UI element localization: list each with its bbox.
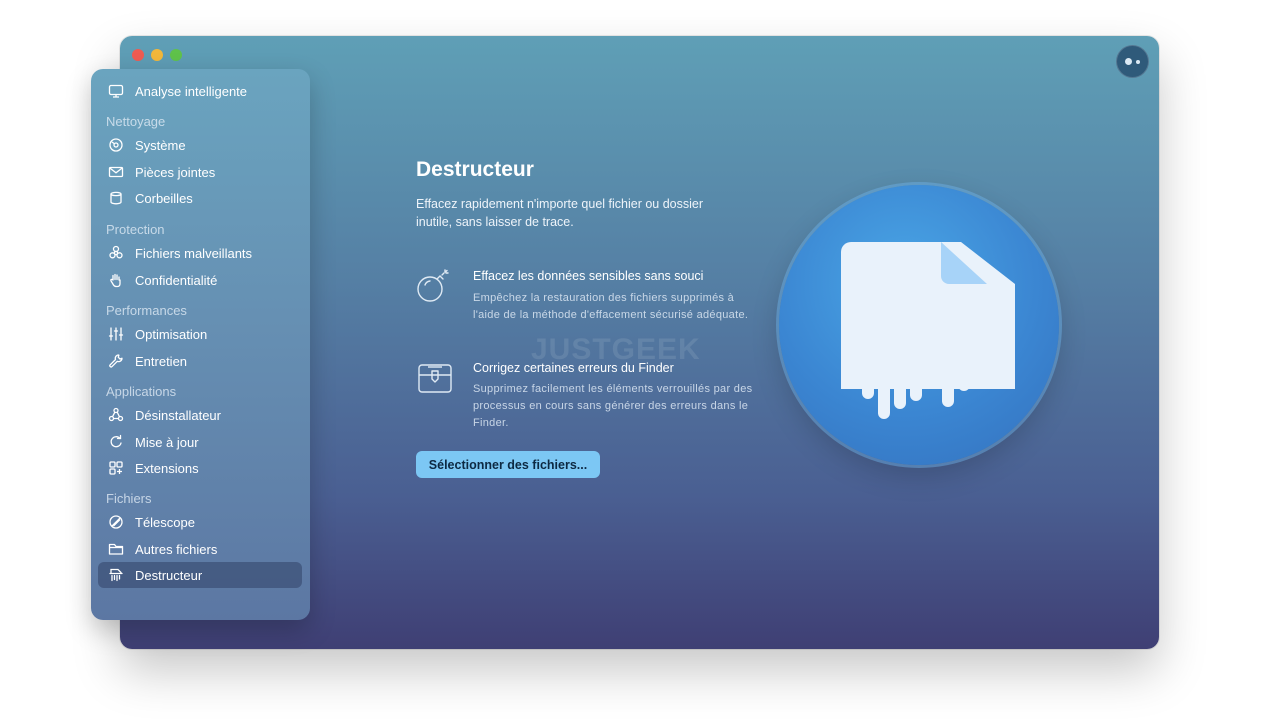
hand-icon	[107, 271, 125, 289]
hero-circle	[779, 185, 1059, 465]
biohazard-icon	[107, 244, 125, 262]
close-window-button[interactable]	[132, 49, 144, 61]
feature-description-2: Supprimez facilement les éléments verrou…	[473, 383, 753, 429]
sidebar-item-label: Entretien	[135, 353, 188, 369]
section-title-applications: Applications	[106, 384, 177, 399]
sidebar-item-label: Mise à jour	[135, 434, 199, 450]
sidebar-item-pieces-jointes[interactable]: Pièces jointes	[98, 159, 302, 185]
telescope-icon	[107, 513, 125, 531]
zoom-window-button[interactable]	[170, 49, 182, 61]
folder-icon	[107, 540, 125, 558]
feature-title-2: Corrigez certaines erreurs du Finder	[473, 361, 674, 375]
monitor-icon	[107, 82, 125, 100]
sidebar-item-destructeur[interactable]: Destructeur	[98, 562, 302, 588]
bomb-icon	[413, 264, 453, 304]
sidebar-item-label: Fichiers malveillants	[135, 245, 253, 261]
minimize-window-button[interactable]	[151, 49, 163, 61]
disk-icon	[107, 136, 125, 154]
page-title: Destructeur	[416, 158, 534, 181]
feature-description-1: Empêchez la restauration des fichiers su…	[473, 292, 749, 321]
sidebar-item-label: Extensions	[135, 460, 199, 476]
sidebar-item-telescope[interactable]: Télescope	[98, 509, 302, 535]
sidebar-item-entretien[interactable]: Entretien	[98, 348, 302, 374]
sidebar-item-desinstallateur[interactable]: Désinstallateur	[98, 402, 302, 428]
sidebar-item-label: Système	[135, 137, 186, 153]
sidebar-item-corbeilles[interactable]: Corbeilles	[98, 185, 302, 211]
mail-icon	[107, 163, 125, 181]
sidebar: Analyse intelligente Nettoyage Système P…	[91, 69, 310, 620]
sidebar-item-analyse-intelligente[interactable]: Analyse intelligente	[98, 78, 302, 104]
sidebar-item-label: Confidentialité	[135, 272, 218, 288]
section-title-fichiers: Fichiers	[106, 491, 152, 506]
uninstaller-icon	[107, 406, 125, 424]
sidebar-item-optimisation[interactable]: Optimisation	[98, 321, 302, 347]
sidebar-item-label: Destructeur	[135, 567, 203, 583]
sidebar-item-label: Autres fichiers	[135, 541, 218, 557]
shredder-icon	[107, 566, 125, 584]
section-title-protection: Protection	[106, 222, 165, 237]
sidebar-item-confidentialite[interactable]: Confidentialité	[98, 267, 302, 293]
feature-title-1: Effacez les données sensibles sans souci	[473, 269, 704, 283]
sidebar-item-label: Corbeilles	[135, 190, 193, 206]
section-title-performances: Performances	[106, 303, 187, 318]
trash-icon	[107, 189, 125, 207]
section-title-nettoyage: Nettoyage	[106, 114, 166, 129]
wrench-icon	[107, 352, 125, 370]
extensions-icon	[107, 459, 125, 477]
sidebar-item-label: Désinstallateur	[135, 407, 221, 423]
unlock-chest-icon	[415, 358, 455, 398]
sliders-icon	[107, 325, 125, 343]
assistant-icon[interactable]	[1116, 45, 1149, 78]
sidebar-item-label: Pièces jointes	[135, 164, 216, 180]
update-icon	[107, 433, 125, 451]
sidebar-item-label: Télescope	[135, 514, 195, 530]
sidebar-item-fichiers-malveillants[interactable]: Fichiers malveillants	[98, 240, 302, 266]
page-description: Effacez rapidement n'importe quel fichie…	[416, 197, 704, 229]
select-files-button[interactable]: Sélectionner des fichiers...	[416, 451, 600, 478]
sidebar-item-extensions[interactable]: Extensions	[98, 455, 302, 481]
sidebar-item-systeme[interactable]: Système	[98, 132, 302, 158]
sidebar-item-mise-a-jour[interactable]: Mise à jour	[98, 429, 302, 455]
sidebar-item-label: Analyse intelligente	[135, 83, 248, 99]
sidebar-item-autres-fichiers[interactable]: Autres fichiers	[98, 536, 302, 562]
sidebar-item-label: Optimisation	[135, 326, 208, 342]
shredded-file-icon	[841, 242, 1015, 419]
